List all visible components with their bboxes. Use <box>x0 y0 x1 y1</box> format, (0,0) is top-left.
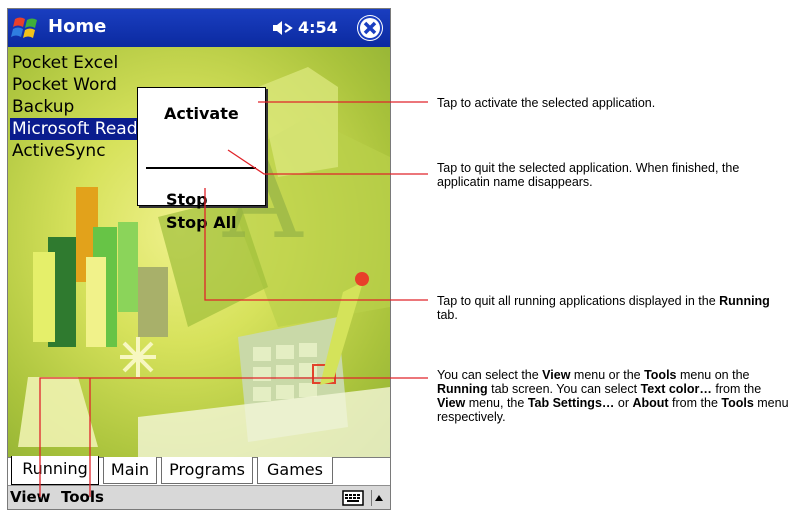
annotation-bold: Running <box>719 294 770 308</box>
annotation-stop-all: Tap to quit all running applications dis… <box>437 294 777 322</box>
annotation-bold: Running <box>437 382 488 396</box>
annotation-bold: View <box>437 396 466 410</box>
annotation-bold: Tools <box>721 396 754 410</box>
annotation-menus: You can select the View menu or the Tool… <box>437 368 789 424</box>
annotation-bold: Tab Settings… <box>527 396 615 410</box>
annotation-stop: Tap to quit the selected application. Wh… <box>437 161 740 189</box>
annotation-text: from the <box>668 396 722 410</box>
annotation-bold: Tools <box>644 368 677 382</box>
annotation-activate: Tap to activate the selected application… <box>437 96 656 110</box>
annotation-text: menu or the <box>570 368 645 382</box>
annotation-bold: View <box>542 368 571 382</box>
annotation-bold: About <box>632 396 669 410</box>
annotation-text: or <box>614 396 633 410</box>
annotation-text: You can select the <box>437 368 543 382</box>
annotation-text: menu, the <box>465 396 528 410</box>
annotation-text: from the <box>711 382 762 396</box>
annotation-text: Tap to quit all running applications dis… <box>437 294 720 308</box>
annotation-bold: Text color… <box>640 382 712 396</box>
callout-lines <box>39 101 428 497</box>
annotation-text: menu on the <box>676 368 750 382</box>
annotation-text: tab. <box>437 308 458 322</box>
annotation-text: tab screen. You can select <box>487 382 641 396</box>
